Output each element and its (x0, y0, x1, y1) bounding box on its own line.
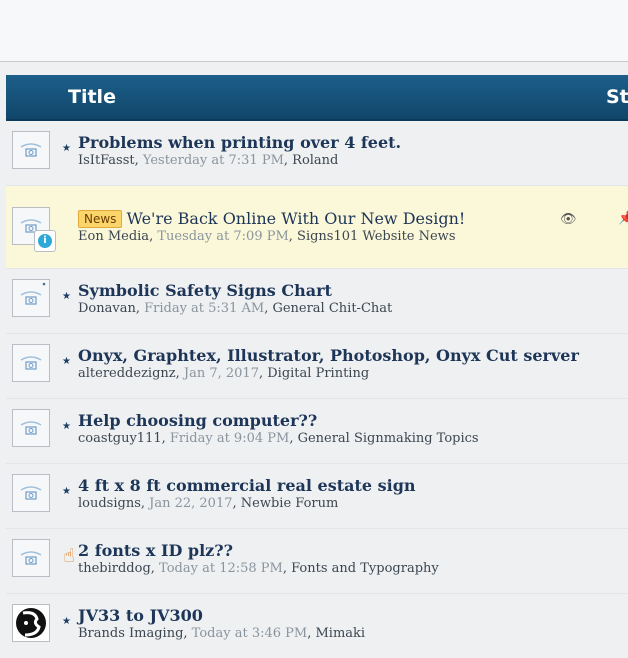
thread-meta: thebirddog, Today at 12:58 PM, Fonts and… (78, 561, 439, 576)
thread-list-header: Title Sta (6, 75, 628, 121)
thread-forum[interactable]: Mimaki (315, 626, 365, 641)
avatar[interactable] (12, 474, 50, 512)
thread-title[interactable]: Help choosing computer?? (78, 411, 317, 430)
thread-row-sticky: i News We're Back Online With Our New Des… (6, 185, 628, 268)
thread-time[interactable]: Friday at 5:31 AM (144, 301, 264, 316)
default-avatar-icon (13, 540, 49, 576)
thread-forum[interactable]: General Chit-Chat (272, 301, 392, 316)
avatar[interactable] (12, 279, 50, 317)
custom-avatar-icon (13, 605, 49, 641)
thread-forum[interactable]: Digital Printing (267, 366, 369, 381)
thread-meta: altereddezignz, Jan 7, 2017, Digital Pri… (78, 366, 370, 381)
watched-star-icon: ★ (62, 143, 71, 154)
thread-time[interactable]: Today at 12:58 PM (159, 561, 283, 576)
info-icon: i (38, 234, 52, 248)
column-header-title[interactable]: Title (68, 86, 116, 108)
thread-meta: Donavan, Friday at 5:31 AM, General Chit… (78, 301, 393, 316)
thread-title[interactable]: Onyx, Graphtex, Illustrator, Photoshop, … (78, 346, 579, 365)
thread-time[interactable]: Jan 22, 2017 (149, 496, 232, 511)
thread-time[interactable]: Yesterday at 7:31 PM (143, 153, 284, 168)
pin-icon: 📌 (618, 211, 628, 226)
watched-star-icon: ★ (62, 421, 71, 432)
thread-author[interactable]: Brands Imaging (78, 626, 183, 641)
thread-forum[interactable]: General Signmaking Topics (298, 431, 479, 446)
watched-star-icon: ★ (62, 616, 71, 627)
participant-avatar[interactable]: i (34, 230, 56, 252)
thread-forum[interactable]: Roland (292, 153, 338, 168)
watched-star-icon: ★ (62, 486, 71, 497)
avatar[interactable] (12, 344, 50, 382)
thread-meta: loudsigns, Jan 22, 2017, Newbie Forum (78, 496, 339, 511)
thread-title[interactable]: 2 fonts x ID plz?? (78, 541, 233, 560)
top-bar (0, 0, 628, 62)
thread-author[interactable]: IsItFasst (78, 153, 135, 168)
thread-author[interactable]: altereddezignz (78, 366, 176, 381)
thread-title[interactable]: News We're Back Online With Our New Desig… (78, 209, 465, 228)
thread-title[interactable]: JV33 to JV300 (78, 606, 203, 625)
default-avatar-icon (13, 475, 49, 511)
thread-author[interactable]: Eon Media (78, 229, 149, 244)
thread-row: ★ 4 ft x 8 ft commercial real estate sig… (6, 463, 628, 528)
hand-cursor-icon: ☝ (63, 545, 75, 567)
thread-author[interactable]: Donavan (78, 301, 136, 316)
thread-row: ☝ 2 fonts x ID plz?? thebirddog, Today a… (6, 528, 628, 593)
eye-icon: 👁 (560, 212, 577, 227)
default-avatar-icon (13, 345, 49, 381)
thread-time[interactable]: Friday at 9:04 PM (170, 431, 289, 446)
thread-forum[interactable]: Signs101 Website News (297, 229, 455, 244)
thread-author[interactable]: loudsigns (78, 496, 141, 511)
thread-row: ★ Help choosing computer?? coastguy111, … (6, 398, 628, 463)
thread-row: ★ Symbolic Safety Signs Chart Donavan, F… (6, 268, 628, 333)
thread-author[interactable]: thebirddog (78, 561, 151, 576)
default-avatar-icon (13, 410, 49, 446)
thread-title-text[interactable]: We're Back Online With Our New Design! (126, 209, 465, 228)
thread-row: ★ Problems when printing over 4 feet. Is… (6, 121, 628, 185)
thread-meta: IsItFasst, Yesterday at 7:31 PM, Roland (78, 153, 339, 168)
thread-time[interactable]: Tuesday at 7:09 PM (157, 229, 288, 244)
thread-time[interactable]: Jan 7, 2017 (184, 366, 259, 381)
thread-row: ★ JV33 to JV300 Brands Imaging, Today at… (6, 593, 628, 658)
watched-star-icon: ★ (62, 356, 71, 367)
news-prefix-badge[interactable]: News (78, 210, 123, 228)
thread-meta: Eon Media, Tuesday at 7:09 PM, Signs101 … (78, 229, 456, 244)
thread-title[interactable]: Symbolic Safety Signs Chart (78, 281, 332, 300)
thread-meta: Brands Imaging, Today at 3:46 PM, Mimaki (78, 626, 366, 641)
thread-title[interactable]: 4 ft x 8 ft commercial real estate sign (78, 476, 416, 495)
thread-forum[interactable]: Fonts and Typography (291, 561, 439, 576)
watched-star-icon: ★ (62, 291, 71, 302)
thread-title[interactable]: Problems when printing over 4 feet. (78, 133, 401, 152)
default-avatar-icon (13, 280, 49, 316)
thread-time[interactable]: Today at 3:46 PM (192, 626, 308, 641)
thread-list: ★ Problems when printing over 4 feet. Is… (6, 121, 628, 658)
thread-forum[interactable]: Newbie Forum (241, 496, 339, 511)
avatar[interactable] (12, 131, 50, 169)
avatar[interactable] (12, 539, 50, 577)
default-avatar-icon (13, 132, 49, 168)
avatar[interactable] (12, 604, 50, 642)
avatar[interactable] (12, 409, 50, 447)
thread-row: ★ Onyx, Graphtex, Illustrator, Photoshop… (6, 333, 628, 398)
thread-author[interactable]: coastguy111 (78, 431, 162, 446)
thread-meta: coastguy111, Friday at 9:04 PM, General … (78, 431, 479, 446)
column-header-stats[interactable]: Sta (606, 86, 628, 108)
